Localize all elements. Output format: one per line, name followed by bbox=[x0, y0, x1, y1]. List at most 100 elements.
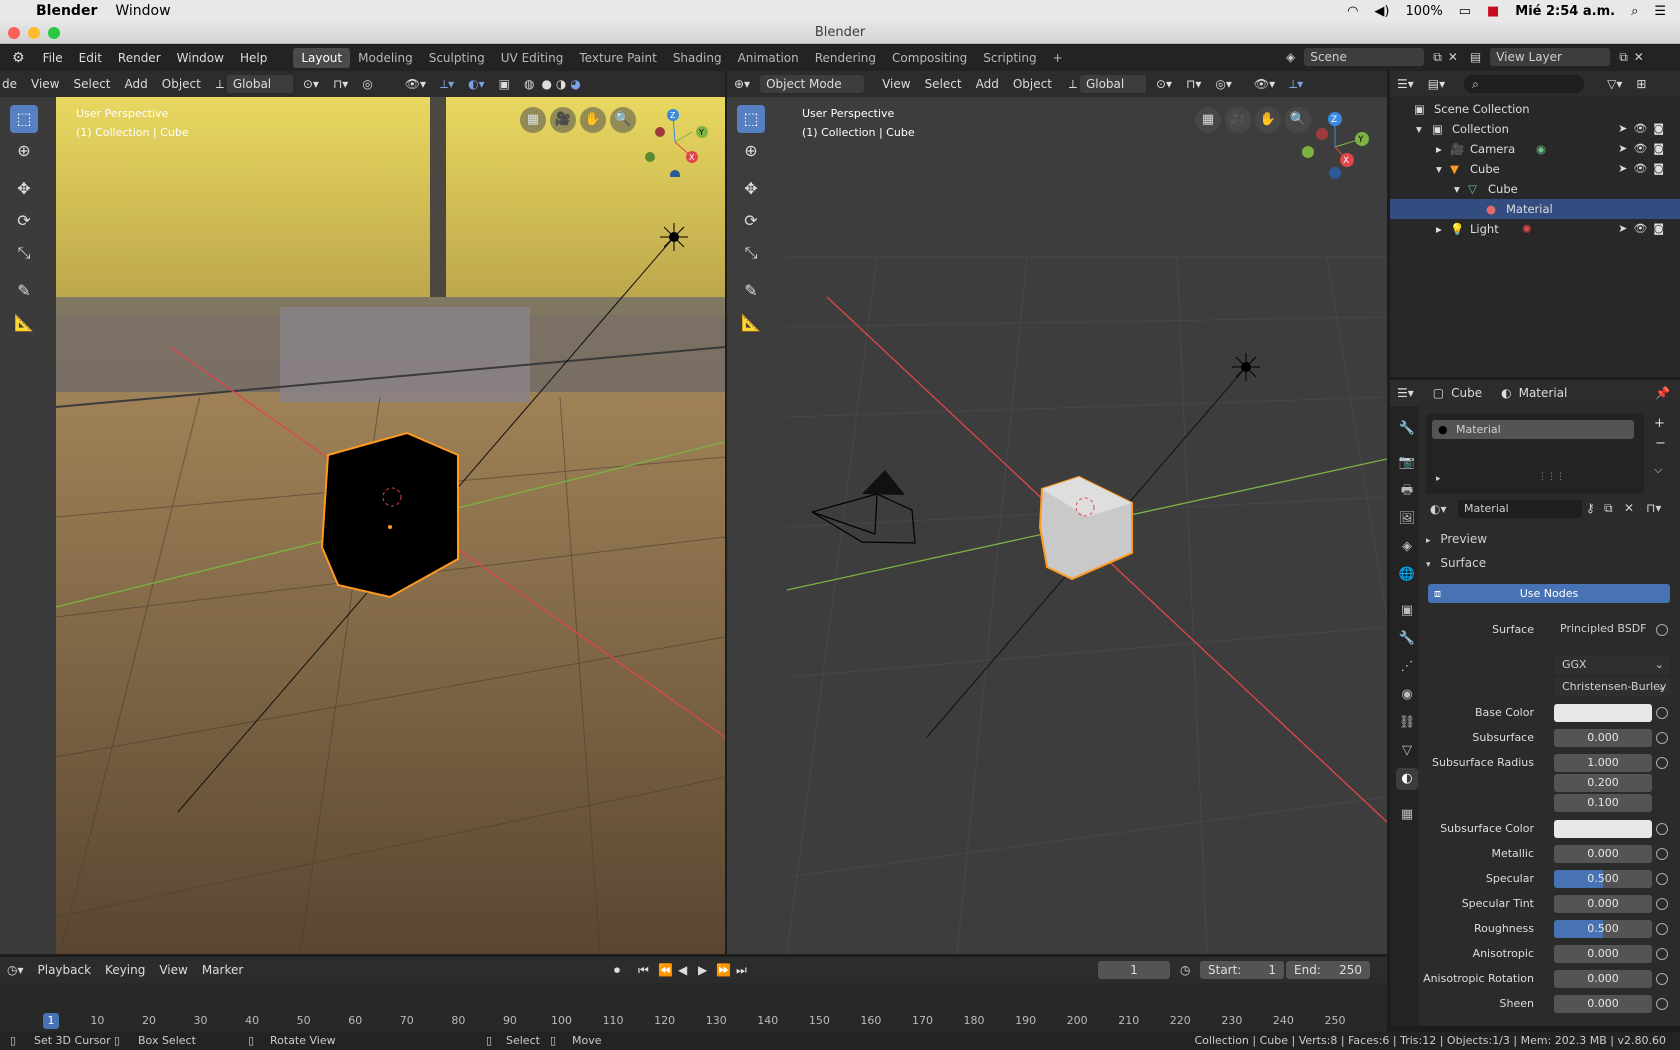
right-measure-tool[interactable]: 📐 bbox=[737, 309, 765, 337]
left-pivot-icon[interactable]: ⊙▾ bbox=[296, 77, 326, 91]
expand-arrow-icon[interactable]: ▾ bbox=[1436, 159, 1442, 179]
socket-icon[interactable] bbox=[1656, 923, 1668, 935]
left-menu-object[interactable]: Object bbox=[155, 77, 208, 91]
particles-tab-icon[interactable]: ⋰ bbox=[1396, 656, 1418, 678]
surface-socket-icon[interactable] bbox=[1656, 624, 1668, 636]
modifier-tab-icon[interactable]: 🔧 bbox=[1396, 628, 1418, 650]
output-tab-icon[interactable]: 🖶 bbox=[1396, 480, 1418, 502]
left-shading-rendered-icon[interactable]: ◕ bbox=[570, 77, 580, 91]
jump-start-icon[interactable]: ⏮ bbox=[638, 963, 649, 978]
left-shading-material-icon[interactable]: ◑ bbox=[556, 77, 566, 91]
socket-icon[interactable] bbox=[1656, 948, 1668, 960]
material-slot-item[interactable]: ● Material bbox=[1432, 420, 1634, 439]
constraints-tab-icon[interactable]: ⛓ bbox=[1396, 712, 1418, 734]
outliner-row-cube[interactable]: ▾ ▼ Cube ➤👁◙ bbox=[1390, 159, 1680, 179]
socket-icon[interactable] bbox=[1656, 732, 1668, 744]
left-measure-tool[interactable]: 📐 bbox=[10, 309, 38, 337]
right-rotate-tool[interactable]: ⟳ bbox=[737, 207, 765, 235]
left-zoom-icon[interactable]: 🔍 bbox=[610, 107, 636, 133]
node-tree-icon[interactable]: ⊓▾ bbox=[1646, 501, 1661, 515]
field-value[interactable]: 0.100 bbox=[1554, 794, 1652, 812]
expand-arrow-icon[interactable]: ▸ bbox=[1436, 139, 1442, 159]
outliner-row-camera[interactable]: ▸ 🎥 Camera ◉ ➤👁◙ bbox=[1390, 139, 1680, 159]
outliner-filter-icon[interactable]: ▽▾ bbox=[1600, 77, 1629, 91]
tab-sculpting[interactable]: Sculpting bbox=[421, 48, 493, 68]
left-select-box-tool[interactable]: ⬚ bbox=[10, 105, 38, 133]
left-pan-icon[interactable]: ✋ bbox=[580, 107, 606, 133]
socket-icon[interactable] bbox=[1656, 998, 1668, 1010]
left-rotate-tool[interactable]: ⟳ bbox=[10, 207, 38, 235]
material-browse-icon[interactable]: ◐▾ bbox=[1430, 502, 1447, 516]
add-workspace-button[interactable]: + bbox=[1045, 48, 1071, 68]
tab-shading[interactable]: Shading bbox=[665, 48, 730, 68]
timeline-editor-type-icon[interactable]: ◷▾ bbox=[0, 963, 31, 977]
left-shading-wire-icon[interactable]: ◍ bbox=[517, 77, 541, 91]
next-keyframe-icon[interactable]: ⏩ bbox=[716, 963, 731, 977]
left-snap-icon[interactable]: ⊓▾ bbox=[326, 77, 355, 91]
left-grid-icon[interactable]: ▦ bbox=[520, 107, 546, 133]
right-mode-dropdown[interactable]: Object Mode bbox=[760, 75, 865, 93]
left-scale-tool[interactable]: ⤡ bbox=[10, 239, 38, 267]
left-overlay-icon[interactable]: ◐▾ bbox=[461, 77, 492, 91]
duplicate-material-icon[interactable]: ⧉ bbox=[1604, 501, 1613, 516]
surface-shader-dropdown[interactable]: Principled BSDF bbox=[1554, 620, 1652, 638]
outliner-display-mode-icon[interactable]: ▤▾ bbox=[1421, 77, 1452, 91]
field-value[interactable]: 0.000 bbox=[1554, 845, 1652, 863]
unlink-material-icon[interactable]: ✕ bbox=[1624, 501, 1634, 515]
play-reverse-icon[interactable]: ◀ bbox=[678, 963, 687, 977]
distribution-dropdown[interactable]: GGX ⌄ bbox=[1554, 656, 1670, 674]
field-value[interactable]: 0.200 bbox=[1554, 774, 1652, 792]
spotlight-icon[interactable]: ⌕ bbox=[1631, 4, 1638, 19]
mac-app-menu[interactable]: Blender bbox=[36, 3, 97, 19]
tab-scripting[interactable]: Scripting bbox=[975, 48, 1044, 68]
outliner-row-scene-collection[interactable]: ▣ Scene Collection bbox=[1390, 99, 1680, 119]
menu-render[interactable]: Render bbox=[110, 51, 169, 65]
notification-icon[interactable]: ☰ bbox=[1654, 4, 1666, 19]
minimize-window-button[interactable] bbox=[28, 27, 40, 39]
pin-icon[interactable]: 📌 bbox=[1655, 386, 1670, 400]
light-visibility-icons[interactable]: ➤👁◙ bbox=[1618, 219, 1670, 239]
physics-tab-icon[interactable]: ◉ bbox=[1396, 684, 1418, 706]
wifi-icon[interactable]: ◠ bbox=[1347, 4, 1358, 19]
right-orientation-dropdown[interactable]: Global bbox=[1079, 75, 1146, 93]
socket-icon[interactable] bbox=[1656, 757, 1668, 769]
right-menu-object[interactable]: Object bbox=[1006, 77, 1059, 91]
fake-user-icon[interactable]: ⚷ bbox=[1586, 501, 1595, 515]
expand-icon[interactable]: ▸ bbox=[1436, 474, 1441, 484]
left-menu-view[interactable]: View bbox=[24, 77, 66, 91]
socket-icon[interactable] bbox=[1656, 823, 1668, 835]
left-proportional-icon[interactable]: ◎ bbox=[355, 77, 379, 91]
field-value[interactable] bbox=[1554, 820, 1652, 838]
right-gizmo-icon[interactable]: ⟂▾ bbox=[1282, 77, 1310, 92]
slot-menu-icon[interactable]: ⌵ bbox=[1654, 463, 1662, 477]
expand-arrow-icon[interactable]: ▾ bbox=[1416, 119, 1422, 139]
left-mode-dropdown[interactable]: de bbox=[0, 77, 24, 91]
subsurface-method-dropdown[interactable]: Christensen-Burley ⌄ bbox=[1554, 678, 1670, 696]
tab-compositing[interactable]: Compositing bbox=[884, 48, 975, 68]
right-cursor-tool[interactable]: ⊕ bbox=[737, 137, 765, 165]
field-value[interactable]: 0.500 bbox=[1554, 870, 1652, 888]
socket-icon[interactable] bbox=[1656, 707, 1668, 719]
volume-icon[interactable]: ◀) bbox=[1374, 4, 1389, 19]
right-editor-type-icon[interactable]: ⊕▾ bbox=[727, 77, 757, 91]
menu-timeline-view[interactable]: View bbox=[152, 963, 194, 977]
tab-rendering[interactable]: Rendering bbox=[807, 48, 884, 68]
tab-texture-paint[interactable]: Texture Paint bbox=[571, 48, 664, 68]
clock[interactable]: Mié 2:54 a.m. bbox=[1515, 4, 1615, 19]
prev-keyframe-icon[interactable]: ⏪ bbox=[658, 963, 673, 977]
outliner-row-light[interactable]: ▸ 💡 Light ✺ ➤👁◙ bbox=[1390, 219, 1680, 239]
blender-logo-icon[interactable]: ⚙ bbox=[0, 50, 35, 66]
menu-file[interactable]: File bbox=[35, 51, 71, 65]
left-visibility-icon[interactable]: 👁▾ bbox=[398, 77, 433, 91]
data-tab-icon[interactable]: ▽ bbox=[1396, 740, 1418, 762]
outliner-editor-type-icon[interactable]: ☰▾ bbox=[1390, 77, 1421, 91]
field-value[interactable]: 1.000 bbox=[1554, 754, 1652, 772]
right-scale-tool[interactable]: ⤡ bbox=[737, 239, 765, 267]
stopwatch-icon[interactable]: ◷ bbox=[1180, 963, 1190, 977]
socket-icon[interactable] bbox=[1656, 898, 1668, 910]
jump-end-icon[interactable]: ⏭ bbox=[736, 963, 747, 978]
scene-tab-icon[interactable]: ◈ bbox=[1396, 536, 1418, 558]
camera-visibility-icons[interactable]: ➤👁◙ bbox=[1618, 139, 1670, 159]
menu-window[interactable]: Window bbox=[169, 51, 232, 65]
outliner-row-collection[interactable]: ▾ ▣ Collection ➤👁◙ bbox=[1390, 119, 1680, 139]
